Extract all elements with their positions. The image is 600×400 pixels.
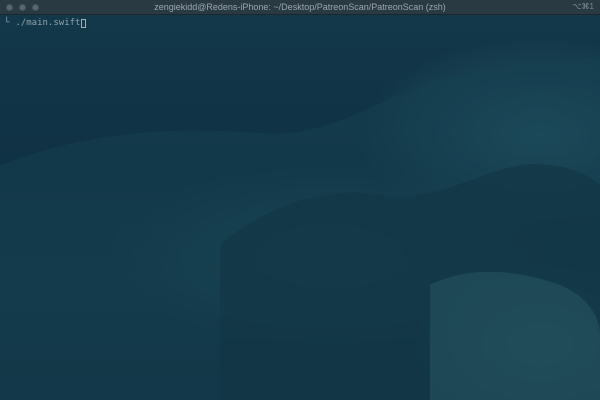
prompt-corner-icon: └ (4, 18, 10, 28)
terminal-content[interactable]: └ ./main.swift (0, 15, 600, 400)
prompt-line: └ ./main.swift (4, 17, 87, 29)
command-text: ./main.swift (15, 18, 81, 28)
cursor-block-icon (81, 18, 87, 28)
window-shortcut: ⌥⌘1 (572, 2, 594, 11)
close-button[interactable] (6, 3, 13, 11)
zoom-button[interactable] (32, 3, 39, 11)
window-title: zengiekidd@Redens-iPhone: ~/Desktop/Patr… (154, 2, 446, 12)
terminal-window: zengiekidd@Redens-iPhone: ~/Desktop/Patr… (0, 0, 600, 400)
title-bar[interactable]: zengiekidd@Redens-iPhone: ~/Desktop/Patr… (0, 0, 600, 15)
minimize-button[interactable] (19, 3, 26, 11)
window-controls (6, 3, 39, 11)
background-wallpaper (0, 55, 600, 400)
